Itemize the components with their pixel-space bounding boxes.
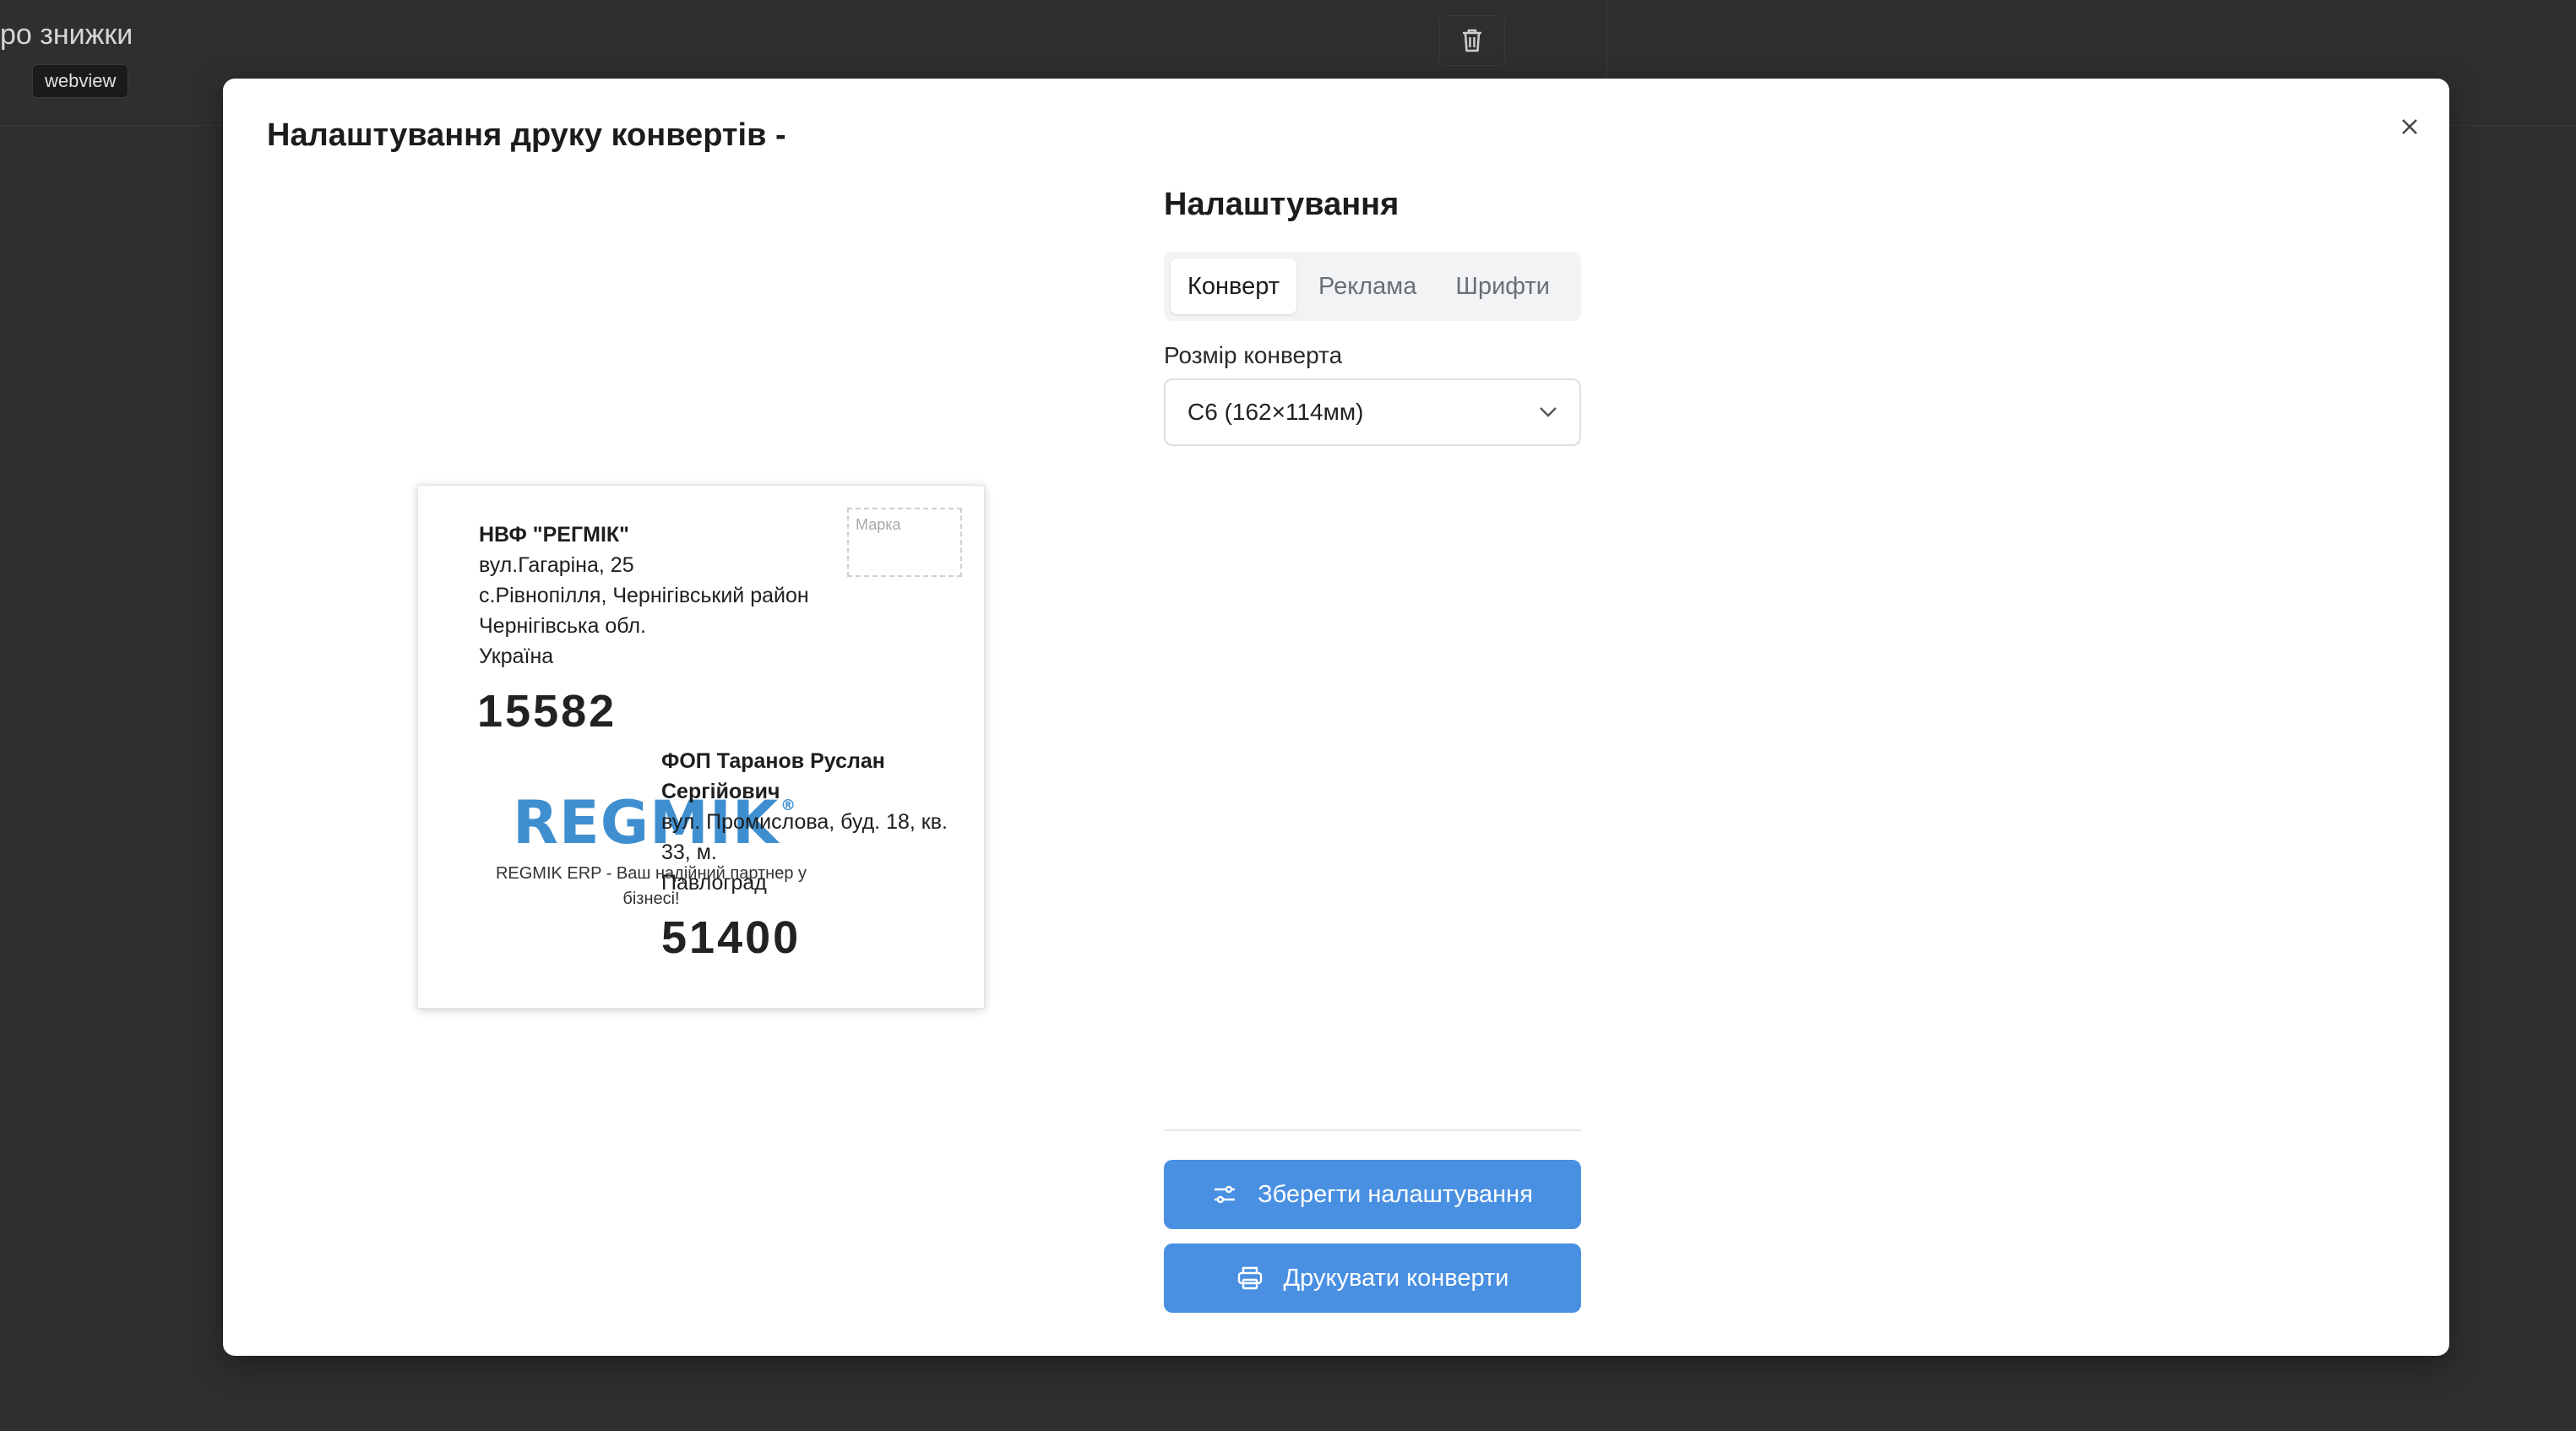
background-divider <box>1606 0 1607 79</box>
sender-line: с.Рівнопілля, Чернігівський район <box>479 584 809 607</box>
recipient-line: вул. Промислова, буд. 18, кв. 33, м. <box>661 810 948 864</box>
recipient-name: ФОП Таранов Руслан Сергійович <box>661 749 885 803</box>
sender-line: Україна <box>479 645 554 668</box>
envelope-size-select[interactable]: C6 (162×114мм) <box>1164 378 1581 446</box>
sender-line: Чернігівська обл. <box>479 614 646 638</box>
envelope-size-value: C6 (162×114мм) <box>1187 399 1364 425</box>
tab-fonts[interactable]: Шрифти <box>1438 258 1567 314</box>
settings-heading: Налаштування <box>1164 187 1399 222</box>
dialog-title: Налаштування друку конвертів - <box>267 117 786 153</box>
tab-envelope[interactable]: Конверт <box>1171 258 1297 314</box>
envelope-preview: НВФ "РЕГМІК" вул.Гагаріна, 25 с.Рівнопіл… <box>417 485 985 1009</box>
envelope-print-dialog: Налаштування друку конвертів - НВФ "РЕГМ… <box>223 79 2449 1356</box>
print-envelopes-label: Друкувати конверти <box>1283 1264 1509 1292</box>
recipient-address: ФОП Таранов Руслан Сергійович вул. Проми… <box>661 746 982 898</box>
sender-zip: 15582 <box>477 686 617 737</box>
delete-button[interactable] <box>1439 15 1505 66</box>
close-icon <box>2402 119 2417 134</box>
sliders-icon <box>1215 1185 1236 1204</box>
recipient-line: Павлоград <box>661 871 767 895</box>
save-settings-label: Зберегти налаштування <box>1258 1180 1533 1208</box>
trash-icon <box>1463 29 1481 52</box>
print-envelopes-button[interactable]: Друкувати конверти <box>1164 1243 1581 1313</box>
recipient-zip: 51400 <box>661 912 802 963</box>
save-settings-button[interactable]: Зберегти налаштування <box>1164 1160 1581 1229</box>
settings-tabs: Конверт Реклама Шрифти <box>1164 252 1581 321</box>
chevron-down-icon <box>1540 407 1557 417</box>
envelope-size-label: Розмір конверта <box>1164 342 1343 368</box>
sender-line: вул.Гагаріна, 25 <box>479 553 634 577</box>
stamp-placeholder: Марка <box>847 508 962 577</box>
page-title: ро знижки <box>0 19 133 51</box>
close-button[interactable] <box>2390 107 2429 146</box>
sender-name: НВФ "РЕГМІК" <box>479 523 630 547</box>
webview-badge: webview <box>32 64 129 98</box>
printer-icon <box>1237 1266 1262 1290</box>
sender-address: НВФ "РЕГМІК" вул.Гагаріна, 25 с.Рівнопіл… <box>479 520 809 672</box>
divider <box>1164 1129 1581 1131</box>
tab-advertising[interactable]: Реклама <box>1302 258 1433 314</box>
